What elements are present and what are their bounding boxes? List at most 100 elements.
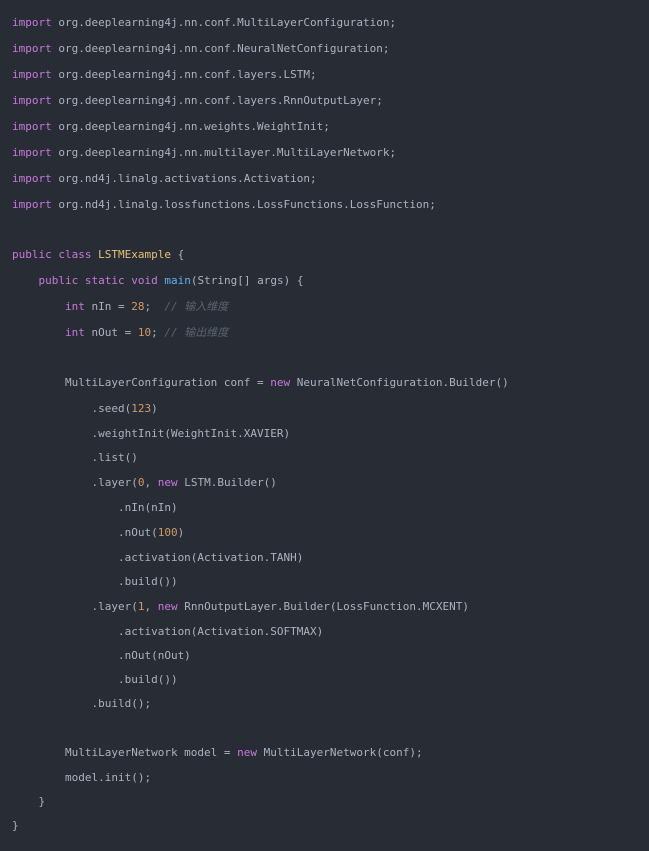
code-token: org.deeplearning4j.nn.conf.NeuralNetConf… (51, 42, 390, 55)
code-line: import org.deeplearning4j.nn.weights.Wei… (12, 120, 330, 134)
code-line: .nOut(100) (12, 526, 184, 540)
code-token: ) (177, 526, 185, 539)
code-token: ; (151, 326, 165, 339)
code-token: .nIn(nIn) (12, 501, 178, 514)
code-token: MultiLayerNetwork model = (12, 746, 238, 759)
code-token: (String[] args) { (190, 274, 304, 287)
code-line: import org.nd4j.linalg.activations.Activ… (12, 172, 317, 186)
code-token: // 输入维度 (164, 300, 229, 313)
code-token: main (164, 274, 191, 287)
code-token: org.deeplearning4j.nn.conf.layers.RnnOut… (51, 94, 383, 107)
code-token: import (12, 198, 52, 211)
code-line: .weightInit(WeightInit.XAVIER) (12, 427, 290, 441)
code-token: .build()) (12, 575, 178, 588)
code-token: import (12, 42, 52, 55)
code-token: class (58, 248, 92, 261)
code-line: public class LSTMExample { (12, 248, 184, 262)
code-line: } (12, 795, 45, 809)
code-token: MultiLayerConfiguration conf = (12, 376, 271, 389)
code-token: 123 (131, 402, 152, 415)
code-token: .activation(Activation.SOFTMAX) (12, 625, 324, 638)
code-line: MultiLayerConfiguration conf = new Neura… (12, 376, 509, 390)
code-token: RnnOutputLayer.Builder(LossFunction.MCXE… (177, 600, 469, 613)
code-token: .build(); (12, 697, 152, 710)
code-line: int nOut = 10; // 输出维度 (12, 326, 228, 340)
code-line: .layer(1, new RnnOutputLayer.Builder(Los… (12, 600, 469, 614)
code-token: import (12, 146, 52, 159)
code-token: int (64, 326, 85, 339)
code-token: , (144, 600, 158, 613)
code-token: LSTMExample (98, 248, 171, 261)
code-token: new (270, 376, 291, 389)
code-token: nOut = (84, 326, 138, 339)
code-token: import (12, 94, 52, 107)
code-line: .activation(Activation.SOFTMAX) (12, 625, 323, 639)
code-token: { (170, 248, 185, 261)
code-token: 100 (157, 526, 178, 539)
code-line: public static void main(String[] args) { (12, 274, 304, 288)
code-token: .weightInit(WeightInit.XAVIER) (12, 427, 291, 440)
code-line: .build()) (12, 673, 178, 687)
code-line: .build(); (12, 697, 151, 711)
code-token: .seed( (12, 402, 132, 415)
code-token: .build()) (12, 673, 178, 686)
code-token: org.nd4j.linalg.lossfunctions.LossFuncti… (51, 198, 436, 211)
code-token: org.deeplearning4j.nn.weights.WeightInit… (51, 120, 330, 133)
code-token: import (12, 16, 52, 29)
code-line: .seed(123) (12, 402, 158, 416)
code-token: LSTM.Builder() (177, 476, 277, 489)
code-token: NeuralNetConfiguration.Builder() (290, 376, 509, 389)
code-line: import org.deeplearning4j.nn.conf.Neural… (12, 42, 390, 56)
code-token: // 输出维度 (164, 326, 229, 339)
code-token: import (12, 68, 52, 81)
code-line: import org.deeplearning4j.nn.multilayer.… (12, 146, 396, 160)
code-token: 10 (137, 326, 152, 339)
code-line: import org.deeplearning4j.nn.conf.layers… (12, 94, 383, 108)
code-token: model.init(); (12, 771, 152, 784)
code-token: .activation(Activation.TANH) (12, 551, 304, 564)
code-token: .list() (12, 451, 138, 464)
code-block: import org.deeplearning4j.nn.conf.MultiL… (0, 0, 649, 851)
code-token: ) (151, 402, 158, 415)
code-token: .nOut(nOut) (12, 649, 191, 662)
code-token: .layer( (12, 476, 138, 489)
code-token: int (64, 300, 85, 313)
code-line: MultiLayerNetwork model = new MultiLayer… (12, 746, 423, 760)
code-token: org.deeplearning4j.nn.conf.layers.LSTM; (51, 68, 317, 81)
code-line: } (12, 819, 19, 833)
code-token: org.deeplearning4j.nn.multilayer.MultiLa… (51, 146, 397, 159)
code-token: new (157, 600, 178, 613)
code-token: } (12, 819, 19, 832)
code-line: int nIn = 28; // 输入维度 (12, 300, 228, 314)
code-token: 28 (131, 300, 145, 313)
code-token: public (12, 248, 52, 261)
code-line: .activation(Activation.TANH) (12, 551, 303, 565)
code-token: import (12, 172, 52, 185)
code-token: static (84, 274, 125, 287)
code-line: .layer(0, new LSTM.Builder() (12, 476, 277, 490)
code-token: , (144, 476, 158, 489)
code-token: nIn = (84, 300, 132, 313)
code-line: .list() (12, 451, 138, 465)
code-line: model.init(); (12, 771, 151, 785)
code-line: .build()) (12, 575, 178, 589)
code-token: public (38, 274, 79, 287)
code-token: new (157, 476, 178, 489)
code-token: org.deeplearning4j.nn.conf.MultiLayerCon… (51, 16, 397, 29)
code-token: } (12, 795, 46, 808)
code-line: .nIn(nIn) (12, 501, 178, 515)
code-token: .nOut( (12, 526, 158, 539)
code-token: import (12, 120, 52, 133)
code-token: MultiLayerNetwork(conf); (257, 746, 423, 759)
code-line: .nOut(nOut) (12, 649, 191, 663)
code-token: void (131, 274, 158, 287)
code-line: import org.deeplearning4j.nn.conf.MultiL… (12, 16, 396, 30)
code-token: .layer( (12, 600, 138, 613)
code-token: org.nd4j.linalg.activations.Activation; (51, 172, 317, 185)
code-line: import org.nd4j.linalg.lossfunctions.Los… (12, 198, 436, 212)
code-token: new (237, 746, 258, 759)
